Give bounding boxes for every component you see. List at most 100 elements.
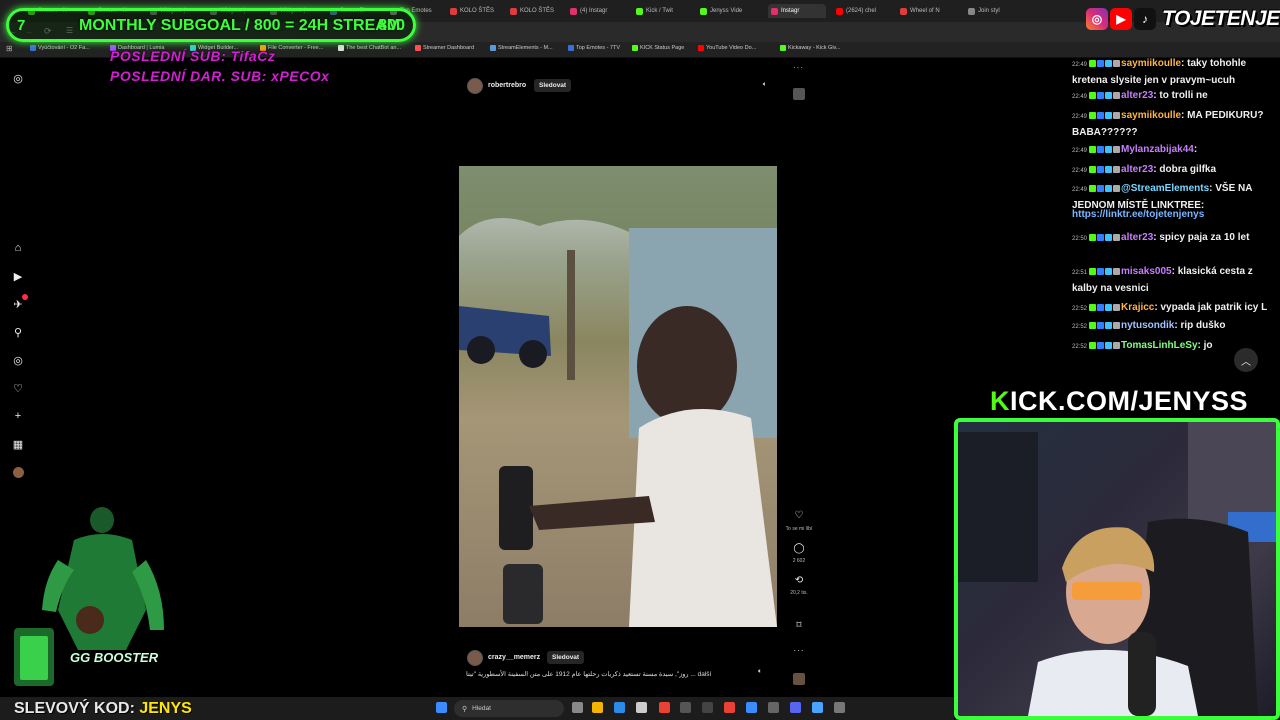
browser-tab[interactable]: Wheel of N xyxy=(900,4,958,18)
app-icon[interactable] xyxy=(680,702,691,713)
tab-label: (4) Instagr xyxy=(580,8,608,14)
profile-avatar[interactable] xyxy=(11,465,25,479)
chat-username[interactable]: nytusondik xyxy=(1121,320,1174,331)
poster-avatar-thumb[interactable] xyxy=(793,88,805,100)
post2-author-avatar[interactable] xyxy=(467,650,483,666)
chat-username[interactable]: TomasLinhLeSy xyxy=(1121,340,1198,351)
save-bookmark-icon[interactable]: ⌑ xyxy=(792,620,806,632)
file-explorer-icon[interactable] xyxy=(592,702,603,713)
browser-tab[interactable]: (4) Instagr xyxy=(570,4,628,18)
chat-username[interactable]: alter23 xyxy=(1121,164,1153,175)
more-options-icon[interactable]: ··· xyxy=(792,646,806,658)
chat-badge-icon xyxy=(1097,303,1105,311)
search-icon: ⚲ xyxy=(462,705,468,713)
browser-tab[interactable]: KOLO ŠTĚS xyxy=(510,4,568,18)
chat-username[interactable]: Krajicc xyxy=(1121,302,1154,313)
app-icon[interactable] xyxy=(812,702,823,713)
chat-timestamp: 22:52 xyxy=(1072,306,1088,312)
reel-video[interactable] xyxy=(459,120,777,627)
browser-tab[interactable]: Join styl xyxy=(968,4,1026,18)
chrome-icon[interactable] xyxy=(659,702,670,713)
like-heart-icon[interactable]: ♡ xyxy=(792,510,806,522)
app-icon[interactable] xyxy=(746,702,757,713)
apps-icon[interactable]: ⊞ xyxy=(6,44,13,53)
post-author-avatar[interactable] xyxy=(467,78,483,94)
taskbar-search[interactable]: ⚲ Hledat xyxy=(454,700,564,717)
browser-tab[interactable]: (2624) chel xyxy=(836,4,894,18)
tab-favicon-icon xyxy=(900,7,907,15)
chat-badge-icon xyxy=(1105,91,1113,99)
chat-username[interactable]: Mylanzabijak44 xyxy=(1121,144,1194,155)
task-view-icon[interactable] xyxy=(572,702,583,713)
chat-text[interactable]: https://linktr.ee/tojetenjenys xyxy=(1072,209,1204,220)
bookmark-item[interactable]: The best ChatBot an... xyxy=(338,45,401,51)
browser-tab[interactable]: KOLO ŠTĚS xyxy=(450,4,508,18)
chat-badge-icon xyxy=(1113,233,1121,241)
more-options-icon[interactable]: ··· xyxy=(793,63,804,72)
chat-message: 22:52 nytusondik: rip duško xyxy=(1072,318,1272,335)
comment-icon[interactable]: ◯ xyxy=(792,543,806,555)
explore-icon[interactable]: ◎ xyxy=(11,353,25,367)
follow-button[interactable]: Sledovat xyxy=(534,79,572,92)
chat-text: : dobra gilfka xyxy=(1153,164,1217,175)
repost-icon[interactable]: ⟲ xyxy=(792,575,806,587)
chat-username[interactable]: saymiikoulle xyxy=(1121,110,1181,121)
windows-start-icon[interactable] xyxy=(436,702,447,713)
bookmark-item[interactable]: Vyúčtování - O2 Fa... xyxy=(30,45,90,51)
chat-message: 22:49 saymiikoulle: taky tohohle kretena … xyxy=(1072,56,1272,89)
browser-tab[interactable]: Instagr xyxy=(768,4,826,18)
notification-badge xyxy=(22,294,28,300)
chat-message: 22:49 saymiikoulle: MA PEDIKURU? BABA????… xyxy=(1072,108,1272,141)
tab-favicon-icon xyxy=(570,7,577,15)
mute-icon[interactable]: 🔈︎ xyxy=(758,668,762,676)
post2-author-name[interactable]: crazy__memerz xyxy=(488,654,540,661)
discord-icon[interactable] xyxy=(790,702,801,713)
post-author-name[interactable]: robertrebro xyxy=(488,82,526,89)
audio-thumb[interactable] xyxy=(793,673,805,685)
taskbar-search-placeholder: Hledat xyxy=(472,705,491,712)
app-icon[interactable] xyxy=(834,702,845,713)
chat-username[interactable]: saymiikoulle xyxy=(1121,58,1181,69)
home-icon[interactable]: ⌂ xyxy=(11,241,25,255)
notifications-heart-icon[interactable]: ♡ xyxy=(11,381,25,395)
search-icon[interactable]: ⚲ xyxy=(11,325,25,339)
instagram-logo-icon[interactable]: ◎ xyxy=(11,71,25,85)
messages-icon[interactable]: ✈ xyxy=(11,294,28,311)
mute-icon[interactable]: 🔈︎ xyxy=(763,81,767,89)
scroll-up-button[interactable]: ︿ xyxy=(1234,348,1258,372)
bookmark-item[interactable]: StreamElements - M... xyxy=(490,45,553,51)
edge-icon[interactable] xyxy=(614,702,625,713)
store-icon[interactable] xyxy=(636,702,647,713)
reels-icon[interactable]: ▶ xyxy=(11,269,25,283)
chat-badge-icon xyxy=(1089,145,1097,153)
chrome-icon[interactable] xyxy=(724,702,735,713)
bookmark-item[interactable]: KICK Status Page xyxy=(632,45,684,51)
app-icon[interactable] xyxy=(768,702,779,713)
tab-favicon-icon xyxy=(771,7,778,15)
bookmark-item[interactable]: Streamer Dashboard xyxy=(415,45,474,51)
dashboard-icon[interactable]: ▦ xyxy=(11,437,25,451)
create-icon[interactable]: + xyxy=(11,409,25,423)
chat-username[interactable]: alter23 xyxy=(1121,90,1153,101)
bookmark-item[interactable]: Kickaway - Kick Giv... xyxy=(780,45,840,51)
chat-message: 22:49 alter23: to trolli ne xyxy=(1072,88,1272,105)
follow-button[interactable]: Sledovat xyxy=(547,651,585,664)
chat-username[interactable]: @StreamElements xyxy=(1121,183,1209,194)
tab-label: (2624) chel xyxy=(846,8,877,14)
chat-badge-icon xyxy=(1113,321,1121,329)
chat-username[interactable]: misaks005 xyxy=(1121,266,1172,277)
app-icon[interactable] xyxy=(702,702,713,713)
chat-timestamp: 22:50 xyxy=(1072,236,1088,242)
browser-tab[interactable]: Kick / Twit xyxy=(636,4,694,18)
chat-timestamp: 22:49 xyxy=(1072,94,1088,100)
chat-badge-icon xyxy=(1105,184,1113,192)
chat-text: : jo xyxy=(1197,340,1213,351)
subgoal-bar: 7 MONTHLY SUBGOAL / 800 = 24H STREAM 800 xyxy=(6,8,416,42)
instagram-icon: ◎ xyxy=(1086,8,1108,30)
bookmark-item[interactable]: YouTube Video Do... xyxy=(698,45,756,51)
bookmark-item[interactable]: Top Emotes - 7TV xyxy=(568,45,620,51)
browser-tab[interactable]: Jenyss Vide xyxy=(700,4,758,18)
chat-badge-icon xyxy=(1113,145,1121,153)
chat-username[interactable]: alter23 xyxy=(1121,232,1153,243)
kick-url-k: K xyxy=(990,386,1010,416)
